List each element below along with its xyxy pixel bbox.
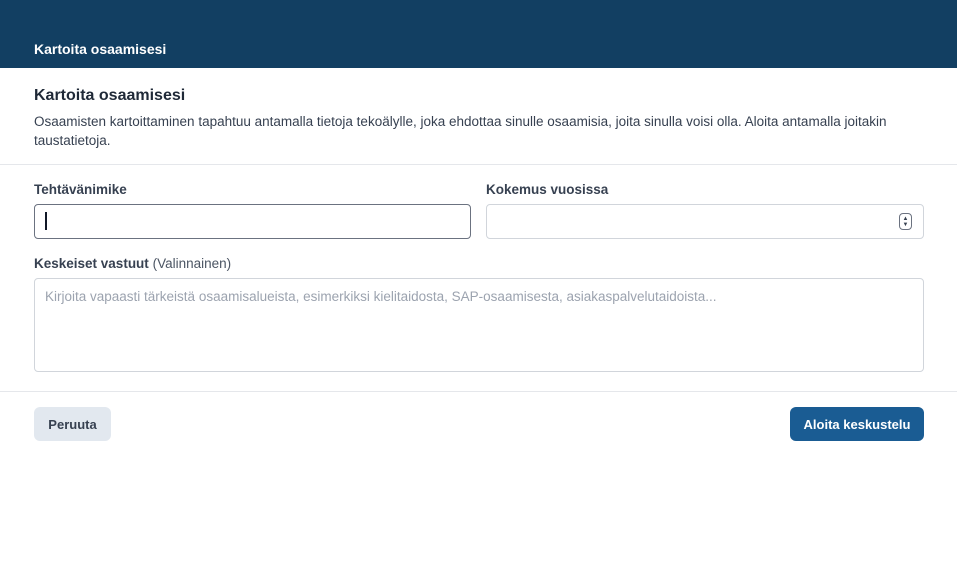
page-title: Kartoita osaamisesi	[34, 87, 186, 104]
top-bar-title: Kartoita osaamisesi	[34, 41, 167, 57]
experience-years-input[interactable]	[486, 204, 924, 239]
responsibilities-textarea[interactable]	[34, 278, 924, 372]
start-conversation-button[interactable]: Aloita keskustelu	[790, 407, 924, 441]
optional-label: (Valinnainen)	[152, 256, 232, 271]
job-title-label: Tehtävänimike	[34, 182, 127, 197]
text-caret	[45, 212, 47, 230]
cancel-button[interactable]: Peruuta	[34, 407, 111, 441]
chevron-down-icon[interactable]: ▼	[903, 222, 909, 228]
job-title-input[interactable]	[34, 204, 471, 239]
responsibilities-label-text: Keskeiset vastuut	[34, 256, 149, 271]
responsibilities-label: Keskeiset vastuut (Valinnainen)	[34, 255, 231, 273]
footer-divider	[0, 391, 957, 392]
experience-label: Kokemus vuosissa	[486, 182, 609, 197]
page-description: Osaamisten kartoittaminen tapahtuu antam…	[34, 114, 887, 148]
dialog-header: Kartoita osaamisesi Osaamisten kartoitta…	[0, 68, 957, 165]
top-bar: Kartoita osaamisesi	[0, 0, 957, 68]
number-stepper[interactable]: ▲ ▼	[899, 213, 912, 230]
